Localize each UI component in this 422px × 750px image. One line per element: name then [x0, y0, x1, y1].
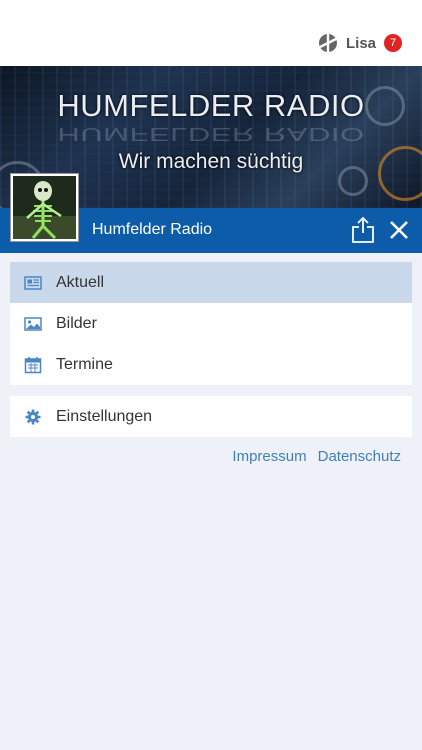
banner-title-reflection: HUMFELDER RADIO — [57, 123, 365, 145]
notification-badge[interactable]: 7 — [384, 34, 402, 52]
menu-item-bilder[interactable]: Bilder — [10, 303, 412, 344]
footer-links: Impressum Datenschutz — [221, 448, 401, 465]
newspaper-icon — [24, 275, 42, 290]
settings-menu: Einstellungen — [10, 396, 412, 437]
top-bar: Lisa 7 — [0, 0, 422, 66]
close-icon[interactable] — [388, 219, 410, 241]
user-menu[interactable]: Lisa 7 — [318, 33, 402, 53]
app-title: Humfelder Radio — [92, 221, 213, 238]
share-icon[interactable] — [351, 216, 375, 244]
navigation-menu: Aktuell Bilder Termine — [10, 262, 412, 385]
app-logo-icon — [318, 34, 337, 52]
menu-label-einstellungen: Einstellungen — [56, 407, 153, 425]
menu-label-termine: Termine — [56, 355, 113, 373]
image-icon — [24, 316, 42, 331]
datenschutz-link[interactable]: Datenschutz — [318, 448, 401, 465]
calendar-icon — [24, 356, 42, 373]
menu-label-bilder: Bilder — [56, 314, 97, 332]
menu-item-aktuell[interactable]: Aktuell — [10, 262, 412, 303]
impressum-link[interactable]: Impressum — [232, 448, 306, 465]
banner-title: HUMFELDER RADIO — [57, 88, 365, 123]
menu-item-einstellungen[interactable]: Einstellungen — [10, 396, 412, 437]
skeleton-avatar-image — [13, 176, 76, 239]
user-name[interactable]: Lisa — [346, 35, 376, 52]
menu-label-aktuell: Aktuell — [56, 273, 105, 291]
menu-item-termine[interactable]: Termine — [10, 344, 412, 385]
avatar — [10, 173, 79, 242]
banner-subtitle: Wir machen süchtig — [118, 150, 304, 173]
gear-icon — [25, 409, 41, 424]
